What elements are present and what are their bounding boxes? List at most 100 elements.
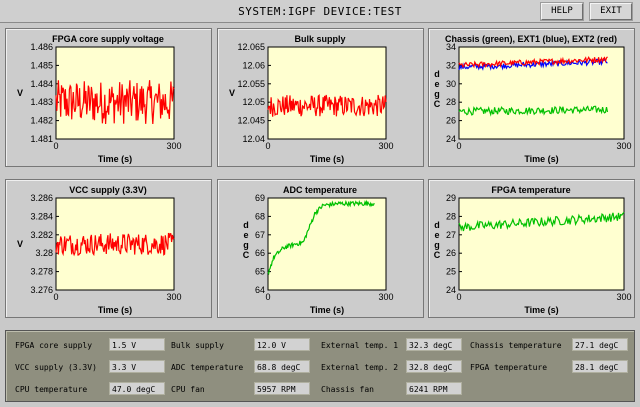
chart-panel-vcc: VCC supply (3.3V) 3.286 3.284 3.282 3.28 3.27… bbox=[5, 179, 212, 318]
y-axis-label: degC bbox=[434, 220, 441, 260]
y-tick-label: 26 bbox=[446, 248, 456, 258]
chart-chassis-ext: Chassis (green), EXT1 (blue), EXT2 (red)… bbox=[434, 34, 632, 164]
y-tick-label: 3.28 bbox=[35, 248, 53, 258]
chassis-fan-value: 6241 RPM bbox=[406, 382, 462, 395]
x-tick-label: 300 bbox=[616, 292, 631, 302]
exit-button[interactable]: EXIT bbox=[590, 3, 632, 20]
chassis-temperature-label: Chassis temperature bbox=[470, 341, 562, 350]
y-tick-label: 69 bbox=[255, 193, 265, 203]
cpu-fan-label: CPU fan bbox=[171, 385, 205, 394]
y-tick-label: 29 bbox=[446, 193, 456, 203]
y-tick-label: 3.282 bbox=[30, 230, 53, 240]
chart-bulk: Bulk supply 12.065 12.06 12.055 12.05 12.045 1… bbox=[229, 34, 394, 164]
vcc-supply-value: 3.3 V bbox=[109, 360, 165, 373]
y-tick-label: 12.065 bbox=[237, 42, 265, 52]
y-axis-label: V bbox=[17, 239, 23, 249]
x-axis-label: Time (s) bbox=[524, 305, 558, 315]
x-tick-label: 0 bbox=[456, 141, 461, 151]
x-tick-label: 300 bbox=[378, 141, 393, 151]
x-tick-label: 0 bbox=[456, 292, 461, 302]
adc-temperature-label: ADC temperature bbox=[171, 363, 244, 372]
vcc-supply-label: VCC supply (3.3V) bbox=[15, 363, 97, 372]
y-tick-label: 64 bbox=[255, 285, 265, 295]
chart-panel-adc-temp: ADC temperature 69 68 67 66 65 64 0 300 Time (s) d… bbox=[217, 179, 424, 318]
plot-area bbox=[267, 197, 387, 291]
cpu-fan-value: 5957 RPM bbox=[254, 382, 310, 395]
x-axis-label: Time (s) bbox=[98, 305, 132, 315]
y-tick-label: 34 bbox=[446, 42, 456, 52]
chart-title: Chassis (green), EXT1 (blue), EXT2 (red) bbox=[445, 34, 617, 44]
cpu-temperature-label: CPU temperature bbox=[15, 385, 88, 394]
y-tick-label: 12.04 bbox=[242, 134, 265, 144]
x-tick-label: 300 bbox=[378, 292, 393, 302]
x-tick-label: 0 bbox=[265, 141, 270, 151]
bulk-supply-value: 12.0 V bbox=[254, 338, 310, 351]
x-tick-label: 0 bbox=[53, 292, 58, 302]
y-tick-label: 65 bbox=[255, 267, 265, 277]
x-tick-label: 300 bbox=[166, 141, 181, 151]
y-tick-label: 1.485 bbox=[30, 60, 53, 70]
fpga-temperature-label: FPGA temperature bbox=[470, 363, 548, 372]
y-tick-label: 30 bbox=[446, 79, 456, 89]
chart-title: Bulk supply bbox=[294, 34, 345, 44]
x-axis-label: Time (s) bbox=[524, 154, 558, 164]
y-tick-label: 1.481 bbox=[30, 134, 53, 144]
chart-fpga-temp: FPGA temperature 29 28 27 26 25 240 300 Time (s)… bbox=[434, 185, 632, 315]
chart-fpga-core: FPGA core supply voltage1.486 1.485 1.484 1… bbox=[17, 34, 182, 164]
y-tick-label: 27 bbox=[446, 230, 456, 240]
fpga-core-supply-label: FPGA core supply bbox=[15, 341, 93, 350]
x-tick-label: 300 bbox=[166, 292, 181, 302]
help-button[interactable]: HELP bbox=[541, 3, 583, 20]
chart-adc-temp: ADC temperature 69 68 67 66 65 640 300 Time (s) d… bbox=[243, 185, 394, 315]
x-axis-label: Time (s) bbox=[310, 154, 344, 164]
x-axis-label: Time (s) bbox=[98, 154, 132, 164]
title-bar: SYSTEM:IGPF DEVICE:TEST HELP EXIT bbox=[0, 0, 640, 23]
y-tick-label: 32 bbox=[446, 60, 456, 70]
x-tick-label: 0 bbox=[265, 292, 270, 302]
chart-title: FPGA core supply voltage bbox=[52, 34, 164, 44]
y-tick-label: 12.06 bbox=[242, 60, 265, 70]
y-tick-label: 68 bbox=[255, 211, 265, 221]
y-tick-label: 28 bbox=[446, 211, 456, 221]
external-temp-2-value: 32.8 degC bbox=[406, 360, 462, 373]
y-tick-label: 1.483 bbox=[30, 97, 53, 107]
chart-vcc: VCC supply (3.3V) 3.286 3.284 3.282 3.28 3.27… bbox=[17, 185, 182, 315]
chassis-fan-label: Chassis fan bbox=[321, 385, 374, 394]
y-tick-label: 12.055 bbox=[237, 79, 265, 89]
chart-title: FPGA temperature bbox=[491, 185, 570, 195]
y-tick-label: 12.045 bbox=[237, 116, 265, 126]
external-temp-2-label: External temp. 2 bbox=[321, 363, 399, 372]
y-tick-label: 26 bbox=[446, 116, 456, 126]
chassis-temperature-value: 27.1 degC bbox=[572, 338, 628, 351]
y-tick-label: 1.484 bbox=[30, 79, 53, 89]
y-tick-label: 67 bbox=[255, 230, 265, 240]
fpga-core-supply-value: 1.5 V bbox=[109, 338, 165, 351]
cpu-temperature-value: 47.0 degC bbox=[109, 382, 165, 395]
y-tick-label: 25 bbox=[446, 267, 456, 277]
y-axis-label: V bbox=[17, 88, 23, 98]
y-tick-label: 28 bbox=[446, 97, 456, 107]
adc-temperature-value: 68.8 degC bbox=[254, 360, 310, 373]
x-axis-label: Time (s) bbox=[310, 305, 344, 315]
plot-area bbox=[267, 46, 387, 140]
y-tick-label: 3.284 bbox=[30, 211, 53, 221]
y-tick-label: 12.05 bbox=[242, 97, 265, 107]
y-tick-label: 3.276 bbox=[30, 285, 53, 295]
fpga-temperature-value: 28.1 degC bbox=[572, 360, 628, 373]
external-temp-1-value: 32.3 degC bbox=[406, 338, 462, 351]
chart-title: VCC supply (3.3V) bbox=[69, 185, 147, 195]
y-tick-label: 3.286 bbox=[30, 193, 53, 203]
y-tick-label: 24 bbox=[446, 285, 456, 295]
bulk-supply-label: Bulk supply bbox=[171, 341, 224, 350]
y-tick-label: 24 bbox=[446, 134, 456, 144]
chart-panel-fpga-core: FPGA core supply voltage 1.486 1.485 1.484 1… bbox=[5, 28, 212, 167]
x-tick-label: 0 bbox=[53, 141, 58, 151]
y-tick-label: 1.486 bbox=[30, 42, 53, 52]
plot-area bbox=[458, 197, 625, 291]
y-axis-label: V bbox=[229, 88, 235, 98]
chart-panel-bulk: Bulk supply 12.065 12.06 12.055 12.05 12.045 1… bbox=[217, 28, 424, 167]
y-axis-label: degC bbox=[434, 69, 441, 109]
chart-panel-fpga-temp: FPGA temperature 29 28 27 26 25 24 0 300 Time (s)… bbox=[428, 179, 635, 318]
external-temp-1-label: External temp. 1 bbox=[321, 341, 399, 350]
chart-title: ADC temperature bbox=[283, 185, 357, 195]
